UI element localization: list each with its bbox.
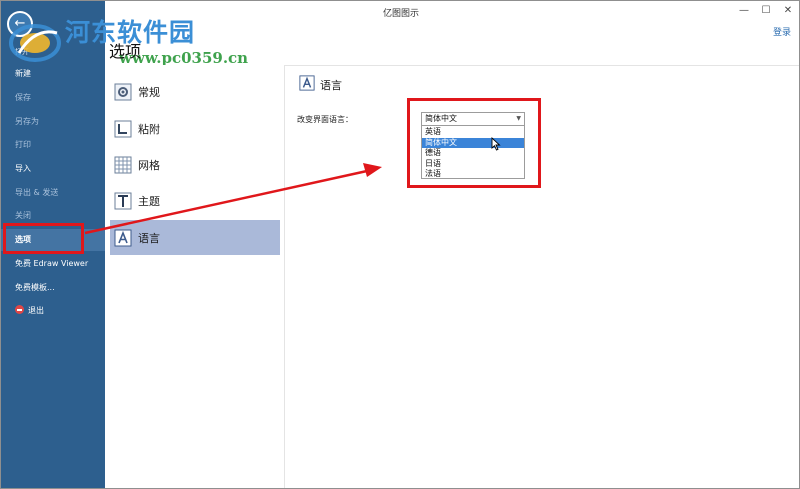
- category-theme[interactable]: 主题: [110, 183, 280, 218]
- language-icon: [114, 229, 132, 247]
- exit-label: 退出: [28, 306, 44, 315]
- annotation-box-language-dropdown: [407, 98, 541, 188]
- sidebar-item-export-send[interactable]: 导出 & 发送: [1, 182, 105, 204]
- category-label: 粘附: [138, 122, 160, 136]
- language-field-label: 改变界面语言：: [297, 115, 353, 124]
- theme-icon: [114, 192, 132, 210]
- gear-icon: [114, 83, 132, 101]
- category-general[interactable]: 常规: [110, 74, 280, 109]
- category-label: 语言: [138, 231, 160, 245]
- category-snap[interactable]: 粘附: [110, 111, 280, 146]
- language-header: 语言: [320, 79, 342, 92]
- category-label: 主题: [138, 194, 160, 208]
- app-window: 亿图图示 — ☐ ✕ 登录 ← 打开 新建 保存 另存为 打印 导入 导出 & …: [0, 0, 800, 489]
- sidebar-item-save[interactable]: 保存: [1, 87, 105, 109]
- category-label: 常规: [138, 85, 160, 99]
- sidebar-item-edraw-viewer[interactable]: 免费 Edraw Viewer: [1, 253, 105, 275]
- sidebar-item-new[interactable]: 新建: [1, 63, 105, 85]
- minimize-button[interactable]: —: [734, 3, 754, 19]
- category-grid[interactable]: 网格: [110, 147, 280, 182]
- category-label: 网格: [138, 158, 160, 172]
- sidebar-item-exit[interactable]: 退出: [1, 300, 105, 322]
- close-button[interactable]: ✕: [778, 3, 798, 19]
- sidebar-item-templates[interactable]: 免费模板...: [1, 277, 105, 299]
- exit-icon: [15, 305, 24, 314]
- watermark-logo-icon: [9, 24, 61, 62]
- language-icon: [299, 75, 315, 91]
- sidebar-item-save-as[interactable]: 另存为: [1, 111, 105, 133]
- sidebar-item-import[interactable]: 导入: [1, 158, 105, 180]
- sidebar-item-print[interactable]: 打印: [1, 134, 105, 156]
- maximize-button[interactable]: ☐: [756, 3, 776, 19]
- annotation-box-options: [3, 223, 84, 254]
- category-language[interactable]: 语言: [110, 220, 280, 255]
- grid-icon: [114, 156, 132, 174]
- options-title: 选项: [109, 42, 142, 61]
- login-link[interactable]: 登录: [773, 25, 791, 38]
- options-category-list: 常规 粘附 网格 主题 语言: [105, 65, 285, 488]
- snap-icon: [114, 120, 132, 138]
